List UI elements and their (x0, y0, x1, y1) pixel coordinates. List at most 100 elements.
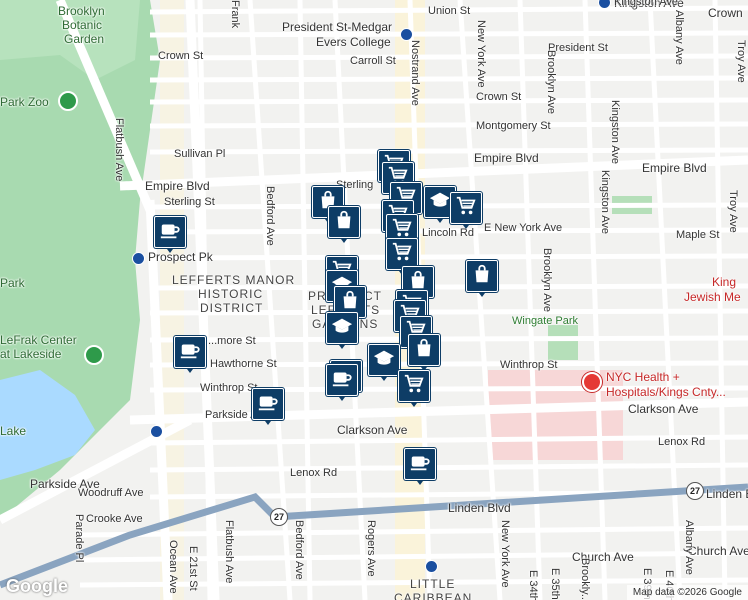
subway-icon[interactable] (425, 560, 438, 573)
map-label-crown-st-east: Crown St (476, 91, 522, 103)
subway-icon[interactable] (150, 425, 163, 438)
map-label-flatbush-ave-north: Flatbush Ave (113, 118, 125, 182)
map-label-nostrand-ave: Nostrand Ave (409, 40, 421, 106)
shopping-cart-icon (403, 373, 425, 400)
shopping-bag-icon (333, 209, 355, 236)
cart-marker[interactable] (398, 370, 430, 407)
map-label-little-caribbean-2: CARIBBEAN (394, 591, 473, 600)
map-label-wingate-park: Wingate Park (512, 315, 579, 327)
map-label-troy-ave-mid: Troy Ave (727, 190, 739, 233)
school-marker[interactable] (326, 312, 358, 349)
coffee-cup-icon (159, 219, 181, 246)
map-label-crown-top-right: Crown (708, 6, 743, 20)
coffee-marker[interactable] (326, 364, 358, 401)
map-label-flatbush-ave-south: Flatbush Ave (223, 520, 235, 584)
map-label-historic-district-1: HISTORIC (198, 287, 264, 301)
map-label-parade-pl: Parade Pl (73, 514, 85, 563)
map-label-brooklyn-ave-south: Brookly... (579, 558, 591, 600)
map-label-new-york-ave-north: New York Ave (475, 20, 487, 88)
map-label-sterling-st-west: Sterling St (164, 196, 215, 208)
map-label-brooklyn-botanic-garden-1: Brooklyn (58, 4, 105, 18)
map-label-empire-blvd-east: Empire Blvd (642, 161, 707, 175)
map-label-nyc-health-2: Hospitals/Kings Cnty... (606, 385, 726, 399)
coffee-marker[interactable] (252, 388, 284, 425)
map-label-lenox-rd-west: Lenox Rd (290, 467, 338, 479)
map-label-little-caribbean-1: LITTLE (410, 577, 456, 591)
coffee-cup-icon (331, 367, 353, 394)
map-label-historic-district-2: DISTRICT (200, 301, 264, 315)
map-label-kings-jewish-1: King (712, 275, 737, 289)
coffee-marker[interactable] (404, 448, 436, 485)
coffee-cup-icon (409, 451, 431, 478)
map-canvas[interactable]: Brooklyn Botanic Garden Park Zoo Flatbush Av… (0, 0, 748, 600)
map-label-kingston-ave-south: Kingston Ave (599, 170, 611, 235)
map-label-president-st-medgar: President St-Medgar (282, 20, 393, 34)
shopping-bag-icon (413, 337, 435, 364)
lefrak-pin[interactable] (84, 345, 104, 365)
bag-marker[interactable] (328, 206, 360, 243)
map-label-carroll-st: Carroll St (350, 55, 396, 67)
map-label-bedford-ave-north: Bedford Ave (264, 186, 276, 246)
graduation-cap-icon (373, 347, 395, 374)
map-label-lefrak-center-1: LeFrak Center (0, 333, 77, 347)
subway-icon[interactable] (400, 28, 413, 41)
map-label-winthrop-st-west: Winthrop St (200, 382, 258, 394)
hospital-area (488, 370, 623, 460)
map-label-prospect-pk: Prospect Pk (148, 250, 213, 264)
map-label-linden-blvd-mid: Linden Blvd (448, 501, 511, 515)
map-label-kingston-ave-top: Kingston Ave (614, 0, 679, 8)
map-label-brooklyn-ave-north: Brooklyn Ave (545, 50, 557, 115)
coffee-marker[interactable] (174, 336, 206, 373)
map-label-empire-blvd-west: Empire Blvd (145, 179, 210, 193)
graduation-cap-icon (429, 189, 451, 216)
coffee-marker[interactable] (154, 216, 186, 253)
map-label-crown-st-west: Crown St (158, 50, 204, 62)
bag-marker[interactable] (408, 334, 440, 371)
hospital-pin[interactable] (582, 372, 602, 392)
map-label-park-west: Park (0, 276, 25, 290)
map-label-montgomery-st: Montgomery St (476, 120, 551, 132)
map-label-crooke-ave: Crooke Ave (86, 513, 143, 525)
map-label-evers-college: Evers College (316, 35, 391, 49)
school-marker[interactable] (368, 344, 400, 381)
subway-icon[interactable] (132, 252, 145, 265)
map-label-lefrak-center-2: at Lakeside (0, 347, 62, 361)
map-label-brooklyn-botanic-garden-3: Garden (64, 32, 105, 46)
map-label-winthrop-st-east: Winthrop St (500, 359, 558, 371)
map-label-e-34th-st: E 34th St (527, 570, 539, 600)
bag-marker[interactable] (466, 260, 498, 297)
map-label-troy-ave-north: Troy Ave (735, 40, 747, 83)
map-label-clarkson-ave-west: Clarkson Ave (337, 423, 408, 437)
map-label-maple-st: Maple St (676, 229, 720, 241)
map-label-clarkson-ave-east: Clarkson Ave (628, 402, 699, 416)
map-label-albany-ave-south: Albany Ave (683, 520, 695, 575)
map-label-park-zoo: Park Zoo (0, 95, 49, 109)
map-label-church-ave-east: Church Ave (688, 544, 748, 558)
route-27-shield: 27 (270, 508, 288, 526)
map-label-kingston-ave-north: Kingston Ave (609, 100, 621, 165)
map-attribution[interactable]: Map data ©2026 Google (626, 585, 748, 600)
map-label-brooklyn-ave-mid: Brooklyn Ave (541, 248, 553, 313)
map-label-woodruff-ave: Woodruff Ave (78, 487, 144, 499)
cart-marker[interactable] (450, 192, 482, 229)
shopping-cart-icon (391, 241, 413, 268)
map-label-the-lake: Lake (0, 424, 27, 438)
map-label-kings-jewish-2: Jewish Me (684, 290, 741, 304)
map-label-albany-ave-north: Albany Ave (673, 10, 685, 65)
map-label-ocean-ave: Ocean Ave (167, 540, 179, 594)
map-label-linden-blvd-east: Linden Blvd (706, 487, 748, 501)
map-label-lincoln-rd: Lincoln Rd (422, 227, 474, 239)
graduation-cap-icon (331, 315, 353, 342)
map-label-brooklyn-botanic-garden-2: Botanic (62, 18, 103, 32)
map-label-nyc-health-1: NYC Health + (606, 370, 680, 384)
shopping-cart-icon (455, 195, 477, 222)
map-label-lenox-rd-east: Lenox Rd (658, 436, 706, 448)
coffee-cup-icon (179, 339, 201, 366)
zoo-pin[interactable] (58, 91, 78, 111)
map-label-new-york-ave-south: New York Ave (499, 520, 511, 588)
map-label-sullivan-pl: Sullivan Pl (174, 148, 226, 160)
wingate-park-area (548, 325, 578, 360)
map-label-e-new-york-ave: E New York Ave (484, 222, 563, 234)
map-label-rogers-ave: Rogers Ave (365, 520, 377, 577)
map-label-e-35th-st: E 35th St (549, 568, 561, 600)
